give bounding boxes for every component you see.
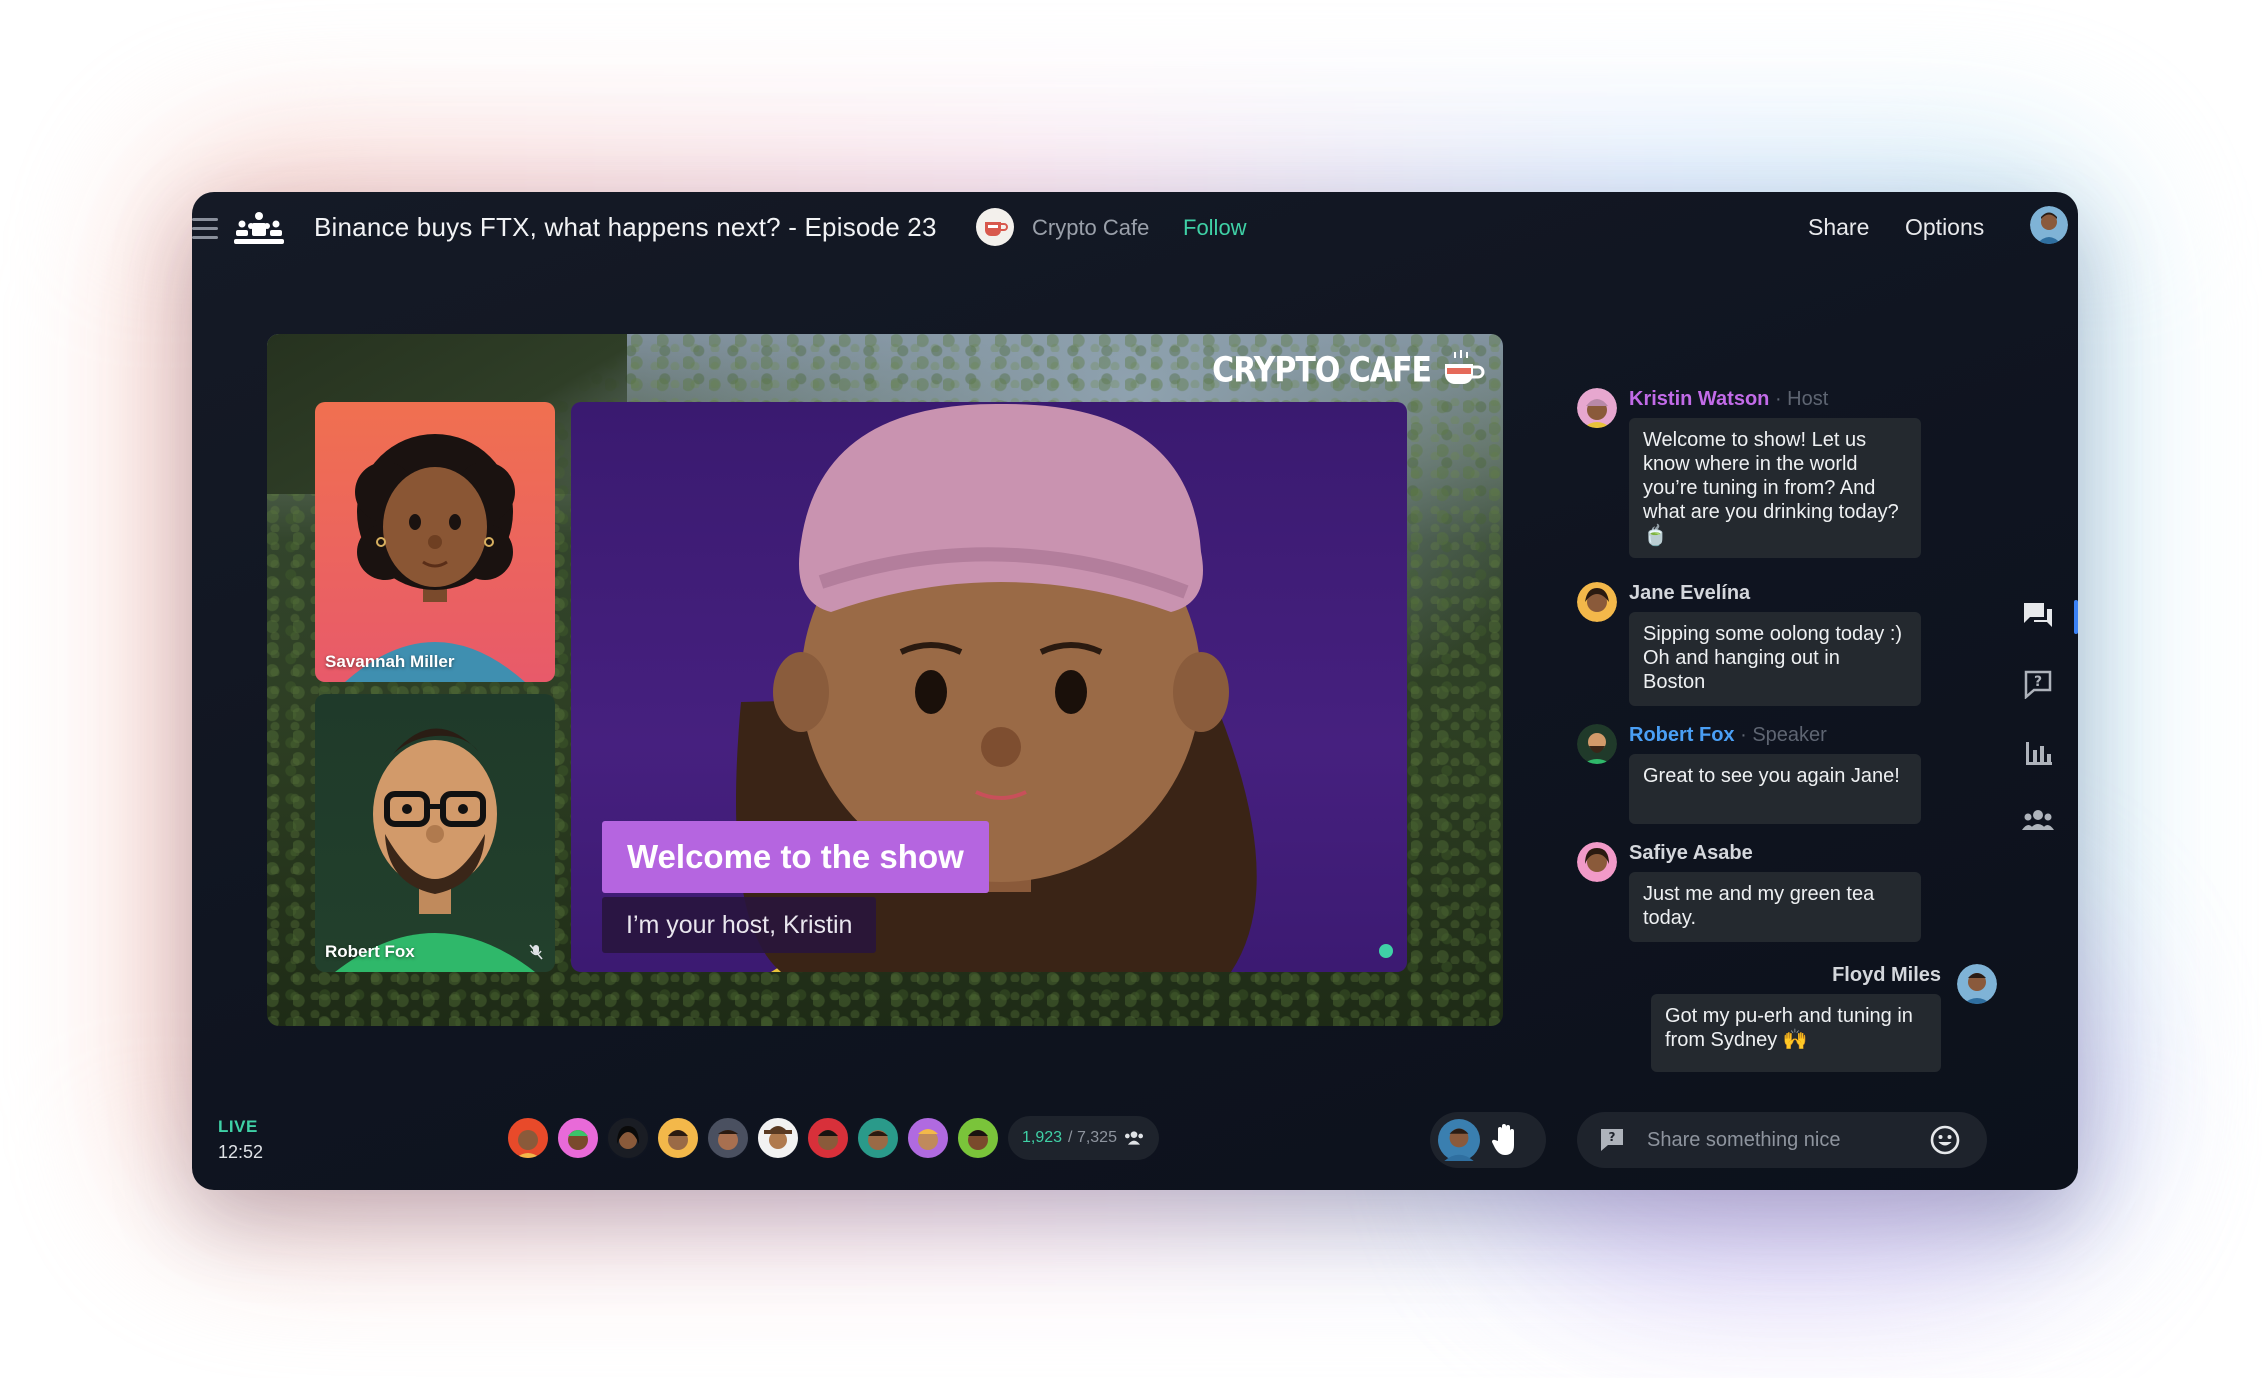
viewer-avatar[interactable] <box>806 1116 850 1160</box>
user-avatar[interactable] <box>2030 206 2068 244</box>
active-tab-indicator <box>2074 600 2078 634</box>
participant-name: Savannah Miller <box>325 652 455 671</box>
hamburger-icon[interactable] <box>192 218 218 240</box>
avatar[interactable] <box>1577 724 1617 764</box>
avatar[interactable] <box>1577 582 1617 622</box>
active-speaker-dot <box>1379 944 1393 958</box>
brand-watermark: CRYPTO CAFE <box>1212 350 1485 390</box>
coffee-cup-icon <box>1445 350 1485 384</box>
video-stage: CRYPTO CAFE Savannah Miller Robert Fox W… <box>267 334 1503 1026</box>
side-tabs: ? <box>2022 600 2054 872</box>
viewer-avatar[interactable] <box>606 1116 650 1160</box>
stream-title: Binance buys FTX, what happens next? - E… <box>314 212 937 242</box>
chat-author-name[interactable]: Robert Fox <box>1629 724 1735 746</box>
channel-avatar[interactable] <box>976 208 1014 246</box>
participant-name: Robert Fox <box>325 942 415 961</box>
chat-author-role: · Host <box>1774 388 1829 410</box>
chat-author-name[interactable]: Safiye Asabe <box>1629 842 1753 864</box>
brand-text: CRYPTO CAFE <box>1212 349 1432 391</box>
options-button[interactable]: Options <box>1905 214 1984 241</box>
audience-logo-icon <box>234 212 284 244</box>
svg-text:?: ? <box>1609 1130 1616 1144</box>
participant-tile-savannah[interactable]: Savannah Miller <box>315 402 555 682</box>
channel-name[interactable]: Crypto Cafe <box>1032 215 1149 241</box>
self-avatar[interactable] <box>1438 1119 1480 1161</box>
chat-bubble: Welcome to show! Let us know where in th… <box>1629 418 1921 558</box>
viewer-avatar[interactable] <box>656 1116 700 1160</box>
avatar[interactable] <box>1577 388 1617 428</box>
bar-chart-icon <box>2026 742 2052 765</box>
question-icon: ? <box>2024 670 2052 699</box>
lower-third-title: Welcome to the show <box>602 821 989 893</box>
viewer-count[interactable]: 1,923 / 7,325 <box>1008 1116 1159 1160</box>
svg-text:?: ? <box>2034 674 2042 690</box>
avatar-robert <box>335 728 535 972</box>
viewer-avatar[interactable] <box>506 1116 550 1160</box>
top-bar: Binance buys FTX, what happens next? - E… <box>192 192 2078 264</box>
chat-bubble: Got my pu-erh and tuning in from Sydney … <box>1651 994 1941 1072</box>
chat-author-name[interactable]: Kristin Watson <box>1629 388 1769 410</box>
live-time: 12:52 <box>218 1142 264 1162</box>
raise-hand-control[interactable] <box>1430 1112 1546 1168</box>
chat-author-name[interactable]: Jane Evelína <box>1629 582 1750 604</box>
viewer-avatar[interactable] <box>556 1116 600 1160</box>
viewer-count-total: / 7,325 <box>1068 1129 1117 1146</box>
viewer-strip: 1,923 / 7,325 <box>506 1116 1159 1160</box>
chat-bubble: Great to see you again Jane! <box>1629 754 1921 824</box>
viewer-avatar[interactable] <box>956 1116 1000 1160</box>
viewer-avatar[interactable] <box>906 1116 950 1160</box>
hand-icon[interactable] <box>1490 1123 1522 1157</box>
viewer-avatar[interactable] <box>706 1116 750 1160</box>
chat-input-bar: ? <box>1577 1112 1987 1168</box>
live-label: LIVE <box>218 1117 258 1136</box>
smiley-icon[interactable] <box>1929 1124 1961 1156</box>
coffee-cup-icon <box>985 222 1008 236</box>
tab-chat[interactable] <box>2022 600 2054 632</box>
chat-author-name[interactable]: Floyd Miles <box>1832 964 1941 986</box>
share-button[interactable]: Share <box>1808 214 1869 241</box>
chat-author-role: · Speaker <box>1740 724 1827 746</box>
viewer-avatar[interactable] <box>856 1116 900 1160</box>
follow-button[interactable]: Follow <box>1183 215 1247 241</box>
chat-bubble: Sipping some oolong today :) Oh and hang… <box>1629 612 1921 706</box>
avatar[interactable] <box>1577 842 1617 882</box>
lower-third-subtitle: I’m your host, Kristin <box>602 897 877 953</box>
avatar[interactable] <box>1957 964 1997 1004</box>
viewer-avatar[interactable] <box>756 1116 800 1160</box>
viewer-count-active: 1,923 <box>1022 1129 1063 1146</box>
people-icon <box>2022 810 2054 830</box>
chat-input[interactable] <box>1647 1128 1917 1152</box>
question-icon[interactable]: ? <box>1599 1127 1625 1153</box>
mic-off-icon <box>529 944 543 960</box>
chat-bubble: Just me and my green tea today. <box>1629 872 1921 942</box>
avatar-savannah <box>345 434 525 682</box>
chat-bubbles-icon <box>2024 603 2052 627</box>
app-window: Binance buys FTX, what happens next? - E… <box>192 192 2078 1190</box>
tab-people[interactable] <box>2022 804 2054 836</box>
tab-qa[interactable]: ? <box>2022 668 2054 700</box>
tab-polls[interactable] <box>2022 736 2054 768</box>
participant-tile-robert[interactable]: Robert Fox <box>315 694 555 972</box>
people-icon <box>1124 1131 1143 1145</box>
